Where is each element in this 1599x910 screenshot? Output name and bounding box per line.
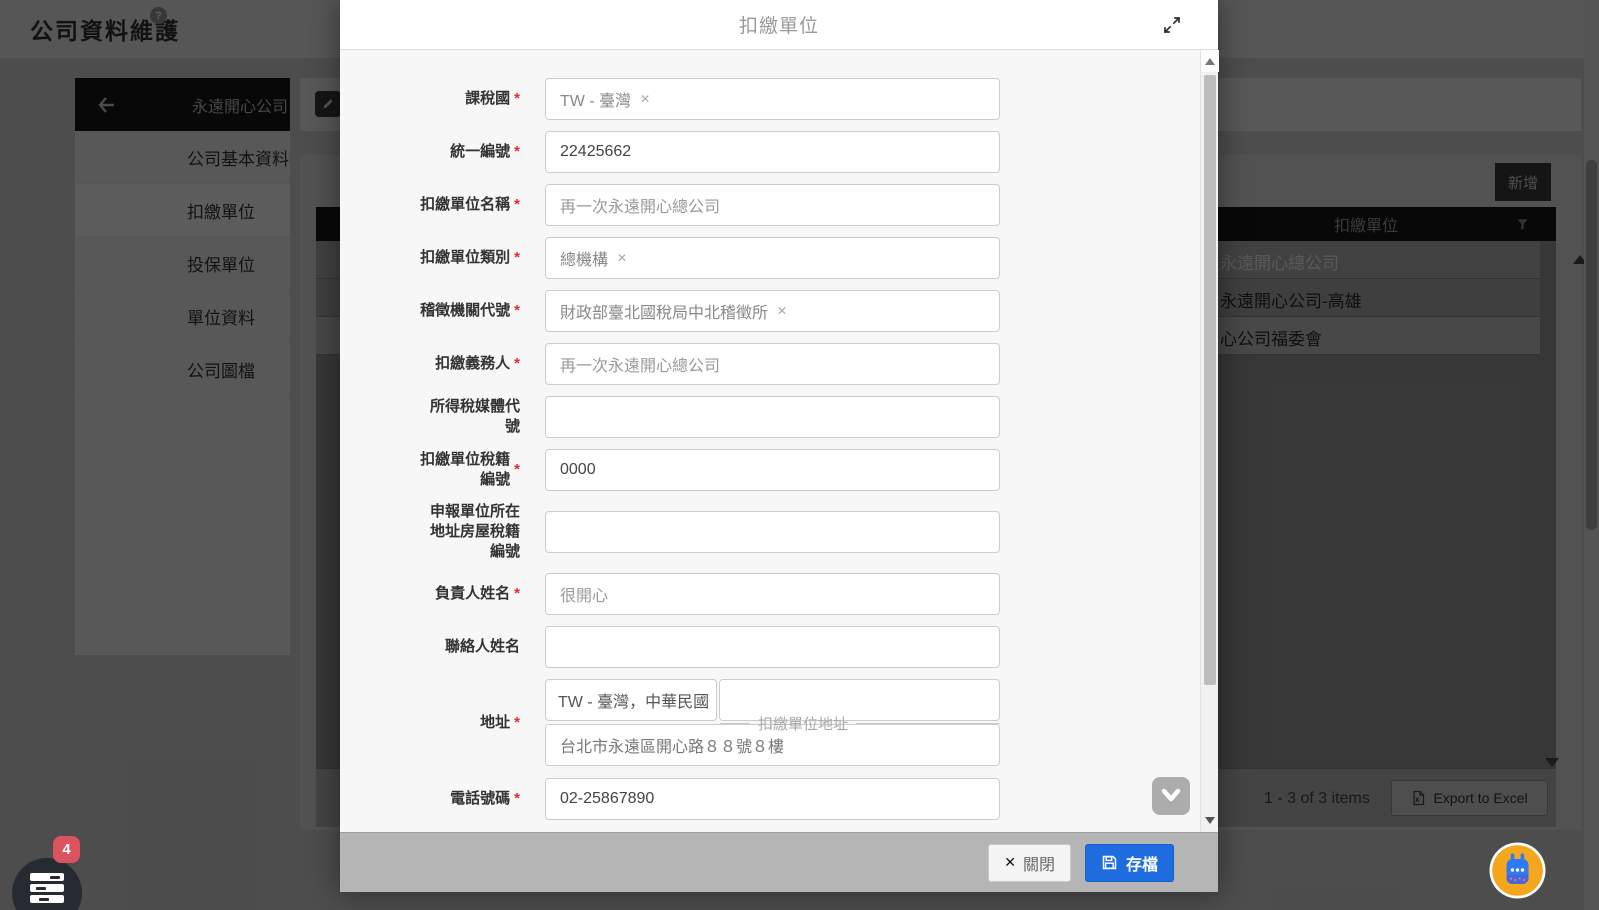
chevron-down-icon <box>1160 788 1182 804</box>
address-extra-input[interactable] <box>719 679 1000 721</box>
tag-remove-icon[interactable]: ✕ <box>617 251 627 265</box>
field-input[interactable]: 0000 <box>545 449 1000 491</box>
app-stage: 公司資料維護 ? 永遠開心公司 公司基本資料扣繳單位投保單位單位資料公司圖檔 新… <box>0 0 1599 910</box>
form-field-row: 扣繳單位名稱* 再一次永遠開心總公司 <box>362 184 1200 226</box>
field-label-phone: 電話號碼* <box>362 789 520 809</box>
expand-icon[interactable] <box>1162 15 1182 35</box>
tag-remove-icon[interactable]: ✕ <box>640 92 650 106</box>
phone-input[interactable]: 02-25867890 <box>545 778 1000 820</box>
form-field-row: 稽徵機關代號* 財政部臺北國稅局中北稽徵所✕ <box>362 290 1200 332</box>
field-input[interactable] <box>545 626 1000 668</box>
required-star: * <box>514 713 520 733</box>
form-field-row: 所得稅媒體代號 <box>362 396 1200 438</box>
form-field-row: 扣繳單位稅籍編號* 0000 <box>362 449 1200 491</box>
withholding-unit-modal: 扣繳單位 課稅國* TW - 臺灣✕ 統一編號* 22425662 扣繳單位名稱* 再一次… <box>340 0 1218 892</box>
form-field-row: 課稅國* TW - 臺灣✕ <box>362 78 1200 120</box>
modal-scrollbar[interactable] <box>1200 50 1218 832</box>
field-label: 統一編號* <box>362 142 520 162</box>
field-label: 所得稅媒體代號 <box>362 397 520 437</box>
required-star: * <box>514 142 520 162</box>
chatbot-button[interactable] <box>1489 842 1546 899</box>
address-group: TW - 臺灣，中華民國 ✕ 台北市永遠區開心路８８號８樓 扣繳單位地址 <box>545 679 1000 766</box>
field-input[interactable] <box>545 511 1000 553</box>
field-input[interactable]: 22425662 <box>545 131 1000 173</box>
form-field-row: 統一編號* 22425662 <box>362 131 1200 173</box>
field-label-address: 地址* <box>362 713 520 733</box>
required-star: * <box>514 460 520 480</box>
field-input[interactable]: 財政部臺北國稅局中北稽徵所✕ <box>545 290 1000 332</box>
required-star: * <box>514 789 520 809</box>
scroll-to-bottom-button[interactable] <box>1152 777 1190 815</box>
notification-badge: 4 <box>53 836 80 863</box>
form-field-row: 申報單位所在地址房屋稅籍編號 <box>362 502 1200 562</box>
close-button[interactable]: ✕ 關閉 <box>988 844 1071 882</box>
field-input[interactable]: 很開心 <box>545 573 1000 615</box>
field-label: 聯絡人姓名 <box>362 637 520 657</box>
robot-icon <box>1489 842 1546 899</box>
form-field-row-phone: 電話號碼* 02-25867890 <box>362 778 1200 820</box>
modal-footer: ✕ 關閉 存檔 <box>340 832 1218 892</box>
field-label: 課稅國* <box>362 89 520 109</box>
required-star: * <box>514 195 520 215</box>
save-button[interactable]: 存檔 <box>1085 844 1174 882</box>
field-label: 負責人姓名* <box>362 584 520 604</box>
required-star: * <box>514 248 520 268</box>
required-star: * <box>514 301 520 321</box>
save-floppy-icon <box>1101 854 1118 871</box>
field-input[interactable]: 再一次永遠開心總公司 <box>545 184 1000 226</box>
modal-title: 扣繳單位 <box>739 11 819 38</box>
scrollbar-down-icon[interactable] <box>1205 817 1215 824</box>
field-label: 稽徵機關代號* <box>362 301 520 321</box>
field-input[interactable]: 總機構✕ <box>545 237 1000 279</box>
close-x-icon: ✕ <box>1004 854 1016 871</box>
field-label: 扣繳義務人* <box>362 354 520 374</box>
field-label: 扣繳單位稅籍編號* <box>362 450 520 490</box>
field-label: 扣繳單位類別* <box>362 248 520 268</box>
modal-header: 扣繳單位 <box>340 0 1218 50</box>
modal-scrollbar-thumb[interactable] <box>1204 75 1216 685</box>
address-street-input[interactable]: 台北市永遠區開心路８８號８樓 <box>545 724 1000 766</box>
form-field-row: 扣繳義務人* 再一次永遠開心總公司 <box>362 343 1200 385</box>
form-field-row: 負責人姓名* 很開心 <box>362 573 1200 615</box>
form-field-row-address: 地址* TW - 臺灣，中華民國 ✕ 台北市永遠區開心路８８號８樓 <box>362 679 1200 766</box>
queue-list-icon <box>30 873 64 906</box>
form-field-row: 聯絡人姓名 <box>362 626 1200 668</box>
field-input[interactable]: TW - 臺灣✕ <box>545 78 1000 120</box>
field-label: 扣繳單位名稱* <box>362 195 520 215</box>
field-label: 申報單位所在地址房屋稅籍編號 <box>362 502 520 562</box>
required-star: * <box>514 89 520 109</box>
form-field-row: 扣繳單位類別* 總機構✕ <box>362 237 1200 279</box>
scrollbar-up-icon[interactable] <box>1201 50 1219 72</box>
field-input[interactable] <box>545 396 1000 438</box>
required-star: * <box>514 584 520 604</box>
required-star: * <box>514 354 520 374</box>
address-country-input[interactable]: TW - 臺灣，中華民國 ✕ <box>545 679 717 721</box>
modal-form: 課稅國* TW - 臺灣✕ 統一編號* 22425662 扣繳單位名稱* 再一次永遠開心總… <box>340 50 1200 832</box>
tag-remove-icon[interactable]: ✕ <box>777 304 787 318</box>
field-input[interactable]: 再一次永遠開心總公司 <box>545 343 1000 385</box>
